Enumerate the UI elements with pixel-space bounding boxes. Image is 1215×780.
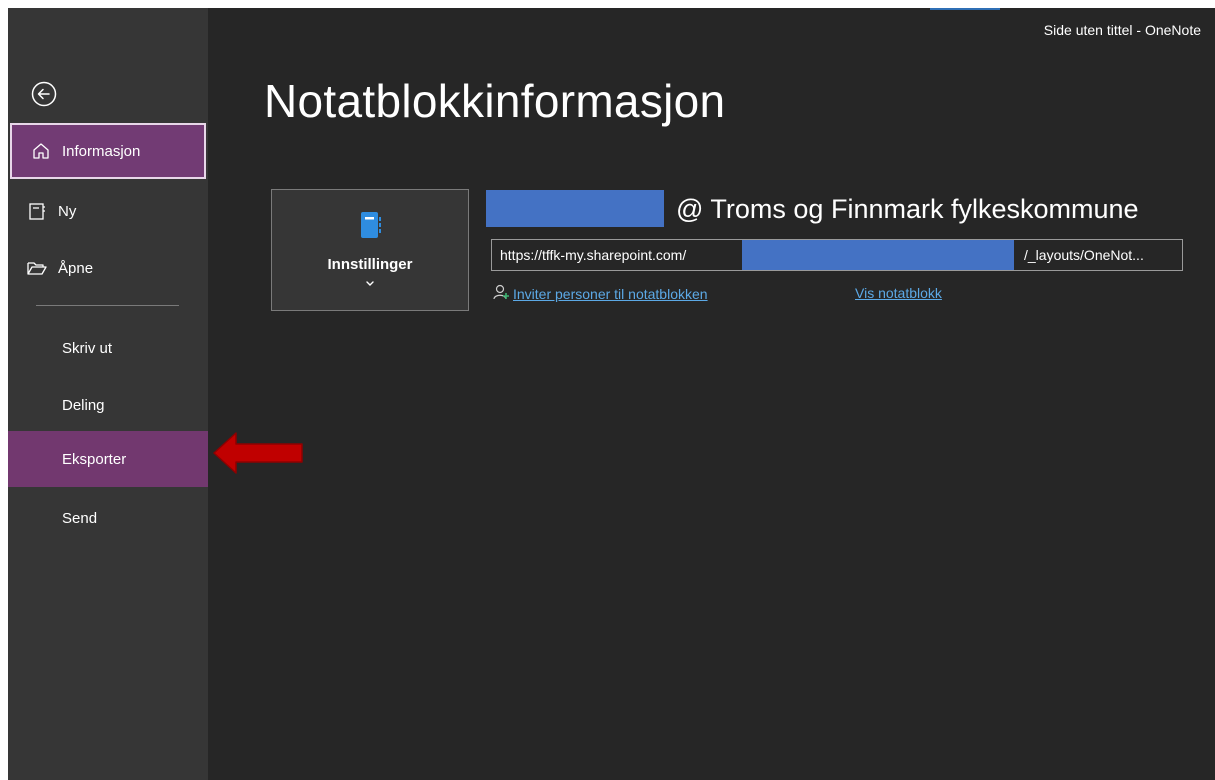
title-accent-line [930,8,1000,10]
url-prefix: https://tffk-my.sharepoint.com/ [500,247,687,263]
sidebar-item-deling[interactable]: Deling [8,377,208,433]
chevron-down-icon [366,281,374,286]
sidebar-item-label: Send [62,509,98,527]
settings-button[interactable]: Innstillinger [271,189,469,311]
sidebar-item-label: Deling [62,396,105,414]
view-notebook-link[interactable]: Vis notatblokk [855,285,942,301]
notebook-name-redaction [486,190,664,227]
sidebar-item-ny[interactable]: Ny [8,183,208,239]
invite-people-link[interactable]: Inviter personer til notatblokken [493,283,708,304]
sidebar-item-label: Åpne [58,259,94,277]
notebook-icon [361,212,381,238]
new-notebook-icon [26,200,48,222]
sidebar-item-label: Skriv ut [62,339,113,357]
open-folder-icon [26,257,48,279]
add-person-icon [493,283,511,304]
annotation-arrow-icon [213,432,303,474]
settings-button-label: Innstillinger [327,256,413,273]
onenote-backstage: Side uten tittel - OneNote Informasjon N… [8,8,1215,780]
sidebar-item-label: Informasjon [62,142,141,160]
url-suffix: /_layouts/OneNot... [1024,247,1144,263]
sidebar-item-label: Eksporter [62,450,127,468]
back-arrow-icon[interactable] [30,80,58,108]
page-title: Notatblokkinformasjon [264,75,726,127]
sidebar-item-informasjon[interactable]: Informasjon [10,123,206,179]
sidebar-item-skriv-ut[interactable]: Skriv ut [8,320,208,376]
sidebar-divider [36,305,179,306]
sidebar-item-eksporter[interactable]: Eksporter [8,431,208,487]
sidebar-item-apne[interactable]: Åpne [8,240,208,296]
sidebar-item-send[interactable]: Send [8,490,208,546]
backstage-sidebar: Informasjon Ny Åpne Skriv ut Deling Eksp… [8,8,208,780]
notebook-owner: @ Troms og Finnmark fylkeskommune [676,194,1139,224]
home-icon [30,140,52,162]
notebook-url-field[interactable]: https://tffk-my.sharepoint.com/ /_layout… [491,239,1183,271]
url-redaction [742,240,1014,270]
window-title: Side uten tittel - OneNote [1043,22,1201,38]
invite-link-label: Inviter personer til notatblokken [513,285,708,302]
sidebar-item-label: Ny [58,202,77,220]
